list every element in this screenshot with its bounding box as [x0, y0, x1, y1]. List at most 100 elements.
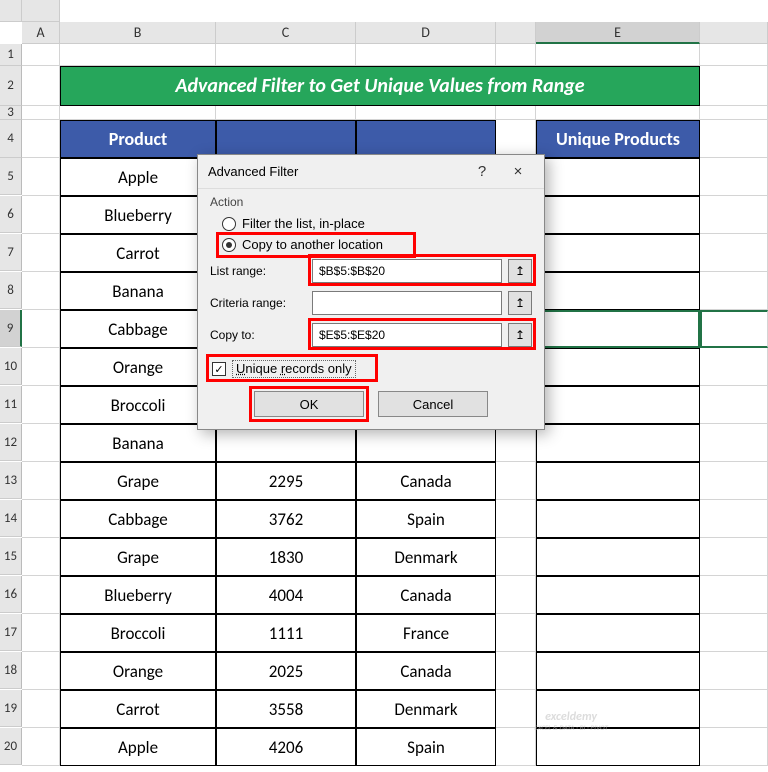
cell-product[interactable]: Orange — [60, 652, 216, 690]
cell-unique[interactable] — [536, 386, 700, 424]
cell-unique[interactable] — [536, 196, 700, 234]
cell-country[interactable]: Spain — [356, 500, 496, 538]
cell[interactable] — [700, 196, 768, 234]
cell-unique[interactable] — [536, 652, 700, 690]
row-header-3[interactable]: 3 — [0, 106, 22, 120]
cell[interactable] — [216, 106, 356, 120]
cell-product[interactable]: Cabbage — [60, 500, 216, 538]
cell-product[interactable]: Carrot — [60, 234, 216, 272]
cell-qty[interactable]: 1111 — [216, 614, 356, 652]
select-all-corner[interactable] — [0, 0, 22, 22]
cell-A15[interactable] — [22, 538, 60, 576]
cell[interactable] — [536, 44, 700, 66]
cell-product[interactable]: Blueberry — [60, 196, 216, 234]
criteria-range-input[interactable] — [312, 291, 502, 315]
cell-A16[interactable] — [22, 576, 60, 614]
cell-product[interactable]: Apple — [60, 158, 216, 196]
cell[interactable] — [216, 44, 356, 66]
cell-unique[interactable] — [536, 348, 700, 386]
cell[interactable] — [700, 652, 768, 690]
gap-cell[interactable] — [496, 728, 536, 766]
cell-A7[interactable] — [22, 234, 60, 272]
close-button[interactable]: × — [500, 158, 536, 186]
cell[interactable] — [700, 66, 768, 106]
cell-qty[interactable]: 2025 — [216, 652, 356, 690]
copy-to-input[interactable] — [312, 323, 502, 347]
cell-unique[interactable] — [536, 538, 700, 576]
radio-copy-to-location[interactable]: Copy to another location — [210, 234, 532, 255]
list-range-input[interactable] — [312, 259, 502, 283]
cell[interactable] — [496, 106, 536, 120]
cell-unique[interactable] — [536, 234, 700, 272]
cell-product[interactable]: Orange — [60, 348, 216, 386]
cell-country[interactable]: Denmark — [356, 538, 496, 576]
cell-A11[interactable] — [22, 386, 60, 424]
cell-product[interactable]: Banana — [60, 424, 216, 462]
row-header-14[interactable]: 14 — [0, 500, 22, 537]
cell-unique[interactable] — [536, 576, 700, 614]
cell-unique[interactable] — [536, 158, 700, 196]
row-header-9[interactable]: 9 — [0, 310, 22, 347]
cell-qty[interactable]: 4004 — [216, 576, 356, 614]
ok-button[interactable]: OK — [254, 391, 364, 417]
cell-A17[interactable] — [22, 614, 60, 652]
cell-A19[interactable] — [22, 690, 60, 728]
cell-product[interactable]: Apple — [60, 728, 216, 766]
help-button[interactable]: ? — [464, 158, 500, 186]
cell-country[interactable]: France — [356, 614, 496, 652]
cell[interactable] — [700, 424, 768, 462]
cell-product[interactable]: Broccoli — [60, 614, 216, 652]
row-header-17[interactable]: 17 — [0, 614, 22, 651]
cell-product[interactable]: Grape — [60, 462, 216, 500]
cell-A9[interactable] — [22, 310, 60, 348]
cell[interactable] — [700, 106, 768, 120]
cell-unique[interactable] — [536, 424, 700, 462]
cell-A5[interactable] — [22, 158, 60, 196]
cell-A8[interactable] — [22, 272, 60, 310]
cell[interactable] — [536, 106, 700, 120]
cell[interactable] — [700, 310, 768, 348]
cell-country[interactable]: Canada — [356, 652, 496, 690]
cell-A12[interactable] — [22, 424, 60, 462]
cell-unique[interactable] — [536, 272, 700, 310]
cancel-button[interactable]: Cancel — [378, 391, 488, 417]
cell-qty[interactable]: 2295 — [216, 462, 356, 500]
row-header-12[interactable]: 12 — [0, 424, 22, 461]
cell-unique[interactable] — [536, 614, 700, 652]
cell-country[interactable]: Spain — [356, 728, 496, 766]
cell[interactable] — [22, 44, 60, 66]
gap-cell[interactable] — [496, 614, 536, 652]
range-picker-button[interactable]: ↥ — [508, 323, 532, 347]
cell[interactable] — [700, 348, 768, 386]
col-header-C[interactable]: C — [216, 22, 356, 44]
cell[interactable] — [700, 500, 768, 538]
col-header-A[interactable]: A — [22, 22, 60, 44]
cell-unique[interactable] — [536, 500, 700, 538]
cell-qty[interactable]: 1830 — [216, 538, 356, 576]
cell[interactable] — [700, 120, 768, 158]
cell-qty[interactable]: 4206 — [216, 728, 356, 766]
cell[interactable] — [356, 106, 496, 120]
row-header-7[interactable]: 7 — [0, 234, 22, 271]
cell-unique[interactable] — [536, 728, 700, 766]
dialog-titlebar[interactable]: Advanced Filter ? × — [198, 155, 544, 189]
gap-cell[interactable] — [496, 462, 536, 500]
col-header-B[interactable]: B — [60, 22, 216, 44]
cell[interactable] — [496, 44, 536, 66]
cell[interactable] — [700, 728, 768, 766]
cell-country[interactable]: Canada — [356, 462, 496, 500]
row-header-16[interactable]: 16 — [0, 576, 22, 613]
row-header-2[interactable]: 2 — [0, 66, 22, 106]
cell-A4[interactable] — [22, 120, 60, 158]
row-header-11[interactable]: 11 — [0, 386, 22, 423]
gap-cell[interactable] — [496, 120, 536, 158]
row-header-5[interactable]: 5 — [0, 158, 22, 195]
cell-A6[interactable] — [22, 196, 60, 234]
col-header-E[interactable]: E — [536, 22, 700, 44]
cell[interactable] — [700, 158, 768, 196]
cell-country[interactable]: Denmark — [356, 690, 496, 728]
gap-cell[interactable] — [496, 500, 536, 538]
cell-product[interactable]: Grape — [60, 538, 216, 576]
cell[interactable] — [700, 576, 768, 614]
cell[interactable] — [700, 690, 768, 728]
